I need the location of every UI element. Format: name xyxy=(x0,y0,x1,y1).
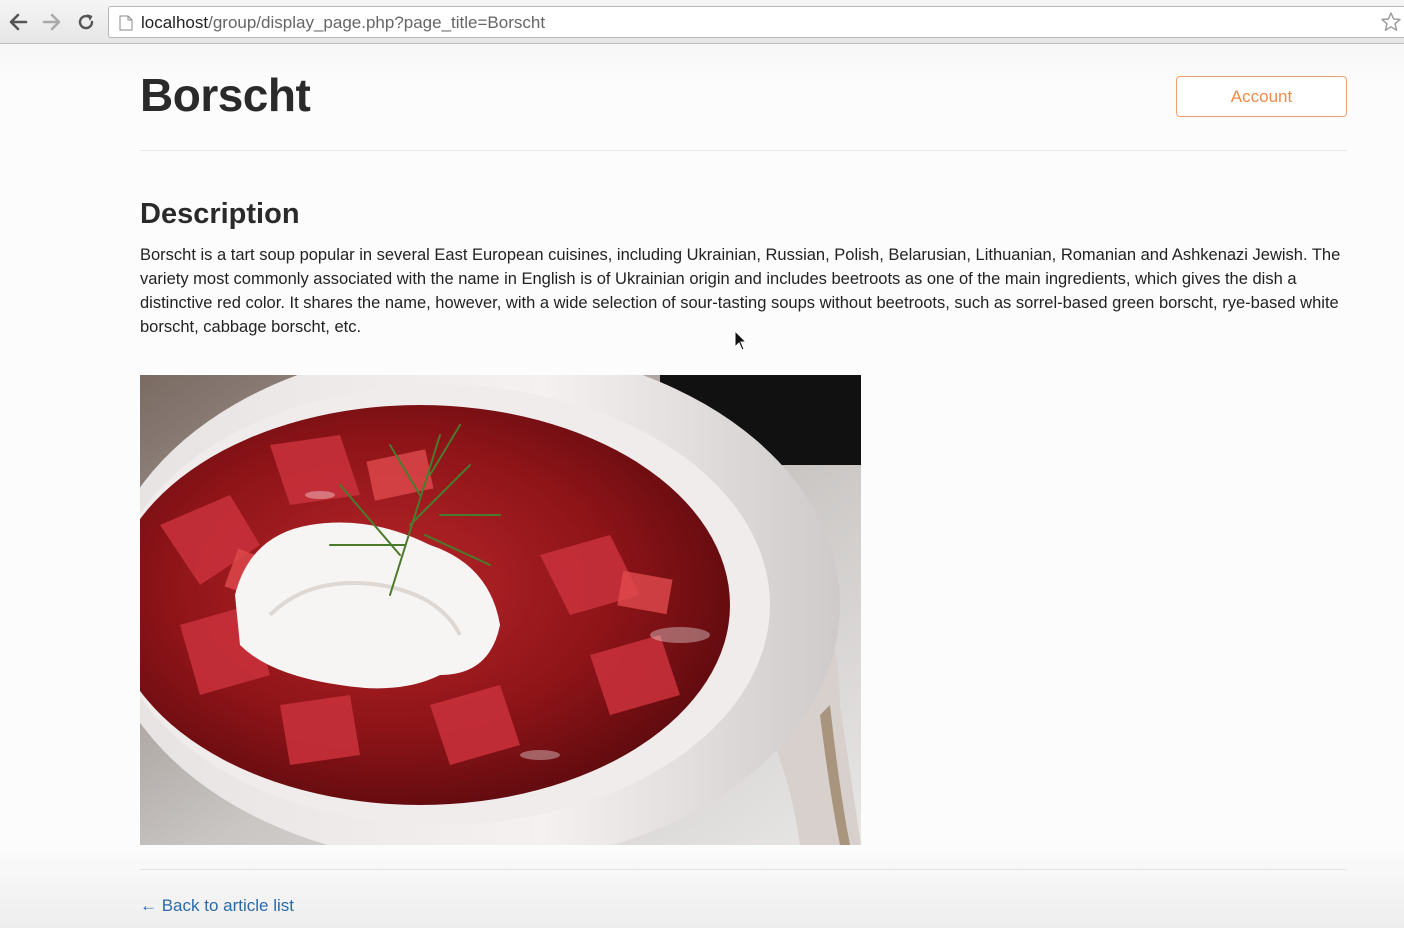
address-bar[interactable]: localhost/group/display_page.php?page_ti… xyxy=(108,6,1404,38)
account-button[interactable]: Account xyxy=(1176,76,1347,117)
back-arrow-icon[interactable] xyxy=(6,10,30,34)
description-heading: Description xyxy=(140,198,300,230)
bookmark-star-icon[interactable] xyxy=(1380,11,1402,38)
back-to-article-list-link[interactable]: ← Back to article list xyxy=(140,896,294,916)
reload-icon[interactable] xyxy=(74,10,98,34)
url-host: localhost xyxy=(141,13,209,32)
mouse-cursor-icon xyxy=(734,329,748,357)
forward-arrow-icon[interactable] xyxy=(40,10,64,34)
page-title: Borscht xyxy=(140,69,311,121)
footer-divider xyxy=(140,869,1347,870)
header-divider xyxy=(140,150,1347,151)
page-icon xyxy=(119,15,133,36)
borscht-photo xyxy=(140,375,861,845)
url-path: /group/display_page.php?page_title=Borsc… xyxy=(208,13,546,32)
url-text: localhost/group/display_page.php?page_ti… xyxy=(141,13,545,33)
browser-toolbar: localhost/group/display_page.php?page_ti… xyxy=(0,0,1404,44)
description-text: Borscht is a tart soup popular in severa… xyxy=(140,246,1341,336)
page-viewport: Borscht Account Description Borscht is a… xyxy=(0,44,1404,928)
